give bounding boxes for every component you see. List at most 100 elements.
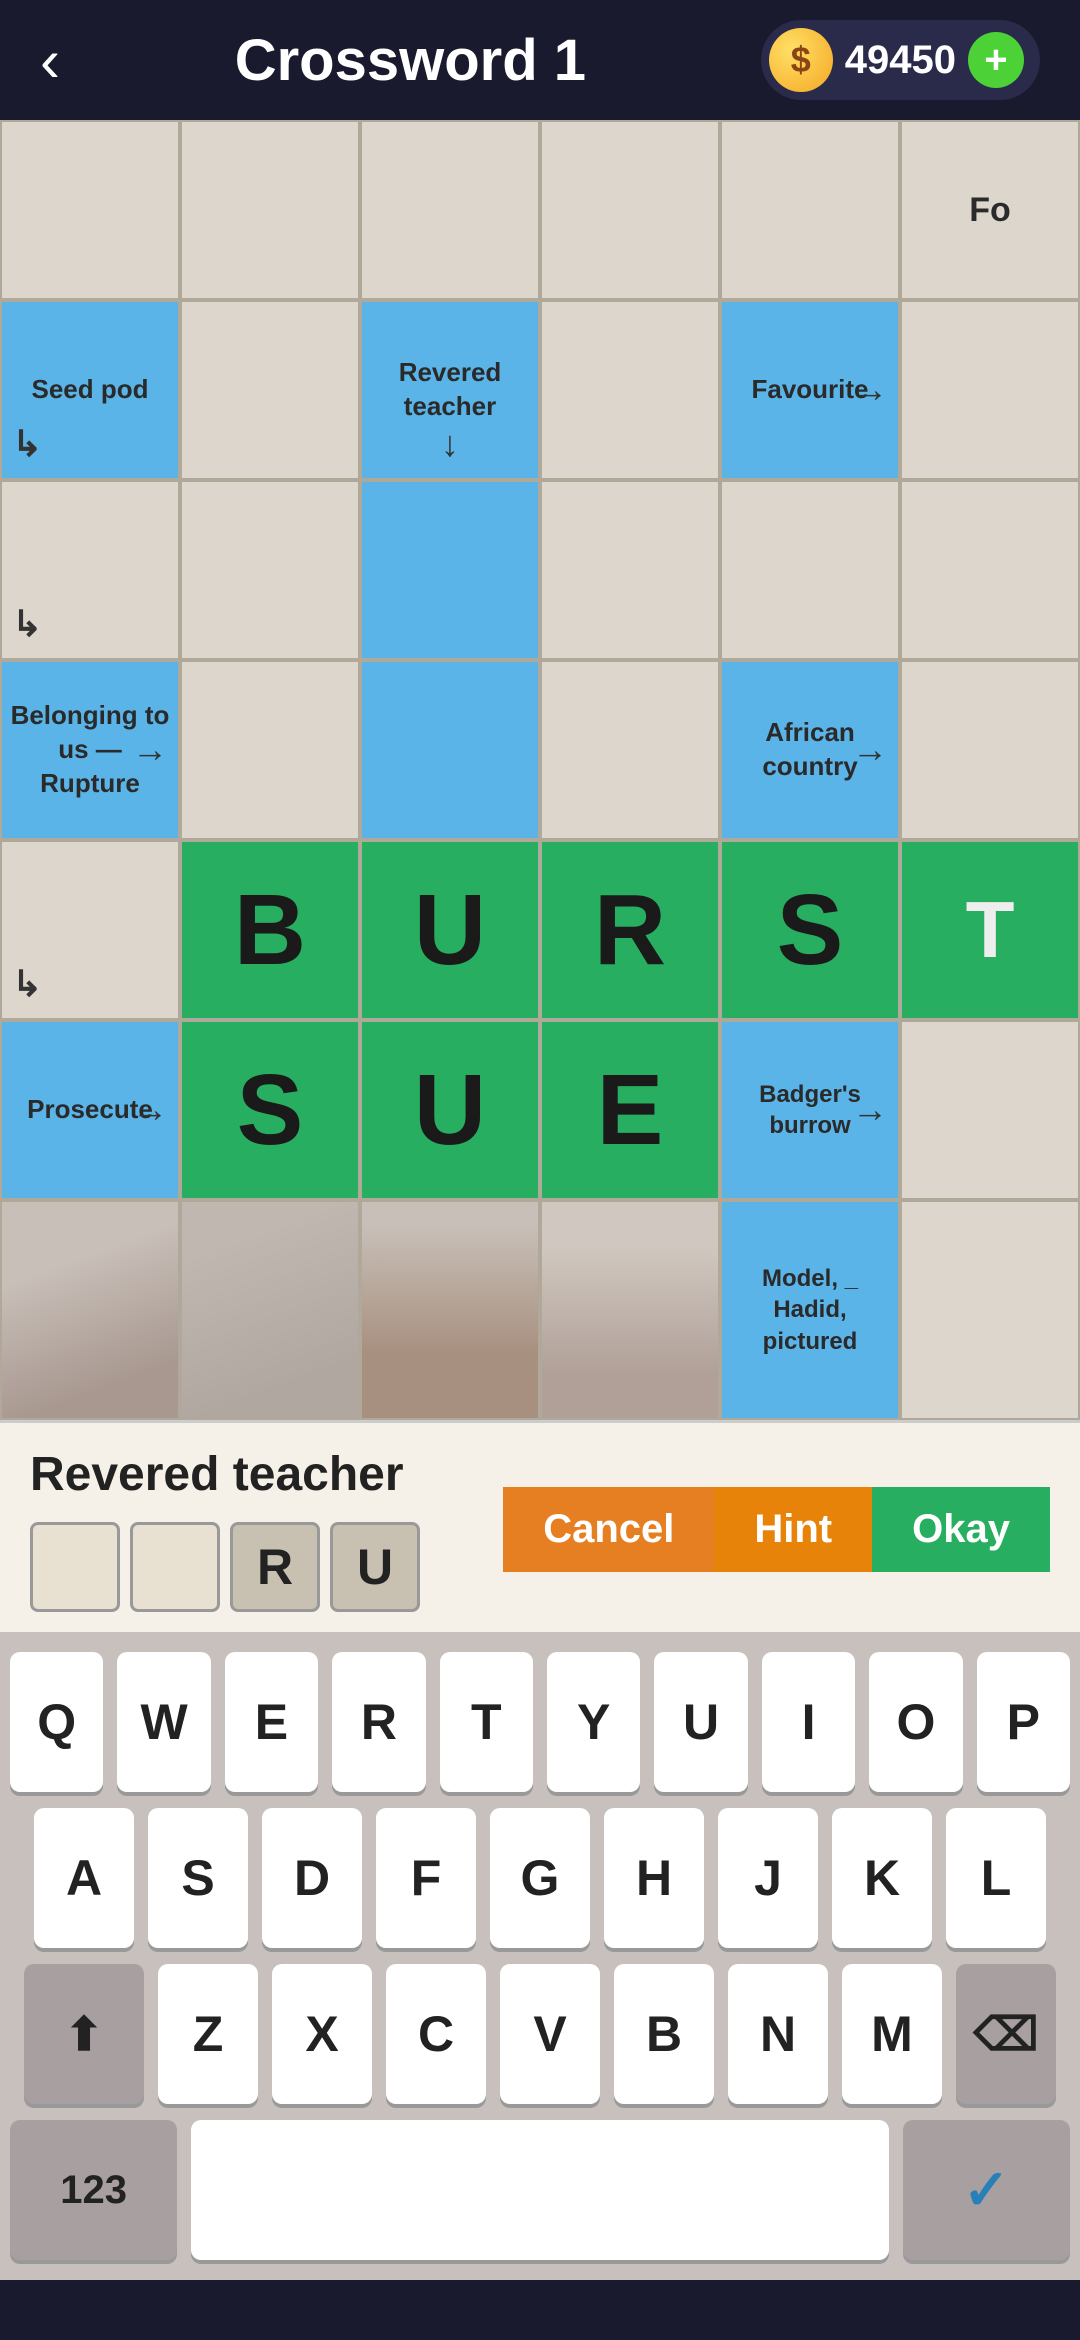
cell-0-1[interactable] — [180, 120, 360, 300]
cell-0-0[interactable] — [0, 120, 180, 300]
key-K[interactable]: K — [832, 1808, 932, 1948]
cancel-button[interactable]: Cancel — [503, 1487, 714, 1572]
clue-action-buttons: Cancel Hint Okay — [503, 1487, 1050, 1572]
cell-1-1[interactable] — [180, 300, 360, 480]
key-Y[interactable]: Y — [547, 1652, 640, 1792]
cell-3-5[interactable] — [900, 660, 1080, 840]
answer-box-1[interactable] — [30, 1522, 120, 1612]
answer-input-boxes: R U — [30, 1522, 420, 1612]
cell-3-4[interactable]: African country → — [720, 660, 900, 840]
arrow-corner3-icon: ↳ — [12, 961, 42, 1008]
key-L[interactable]: L — [946, 1808, 1046, 1948]
cell-4-3-R[interactable]: R — [540, 840, 720, 1020]
cell-6-1[interactable] — [180, 1200, 360, 1420]
key-M[interactable]: M — [842, 1964, 942, 2104]
cell-1-4[interactable]: Favourite → — [720, 300, 900, 480]
okay-button[interactable]: Okay — [872, 1487, 1050, 1572]
coin-icon: $ — [769, 28, 833, 92]
done-key[interactable]: ✓ — [903, 2120, 1070, 2260]
answer-box-2[interactable] — [130, 1522, 220, 1612]
key-Z[interactable]: Z — [158, 1964, 258, 2104]
keyboard-row-1: Q W E R T Y U I O P — [10, 1652, 1070, 1792]
key-D[interactable]: D — [262, 1808, 362, 1948]
cell-6-3[interactable] — [540, 1200, 720, 1420]
cell-2-4[interactable] — [720, 480, 900, 660]
crossword-grid: Fo Seed pod ↳ Revered teacher ↓ Favourit… — [0, 120, 1080, 1420]
key-N[interactable]: N — [728, 1964, 828, 2104]
cell-3-0[interactable]: Belonging to us — Rupture → — [0, 660, 180, 840]
clue-revered-teacher: Revered teacher — [370, 356, 530, 424]
cell-0-2[interactable] — [360, 120, 540, 300]
arrow-right3-icon: → — [852, 727, 888, 774]
cell-5-4[interactable]: Badger's burrow → — [720, 1020, 900, 1200]
cell-4-0[interactable]: ↳ — [0, 840, 180, 1020]
cell-6-4[interactable]: Model, _ Hadid, pictured — [720, 1200, 900, 1420]
cell-5-2-U[interactable]: U — [360, 1020, 540, 1200]
key-U[interactable]: U — [654, 1652, 747, 1792]
space-key[interactable] — [191, 2120, 888, 2260]
cell-3-1[interactable] — [180, 660, 360, 840]
cell-2-2[interactable] — [360, 480, 540, 660]
keyboard-row-2: A S D F G H J K L — [10, 1808, 1070, 1948]
active-clue-text: Revered teacher — [30, 1447, 420, 1502]
shift-key[interactable]: ⬆ — [24, 1964, 144, 2104]
cell-0-5[interactable]: Fo — [900, 120, 1080, 300]
cell-6-5[interactable] — [900, 1200, 1080, 1420]
key-H[interactable]: H — [604, 1808, 704, 1948]
cell-0-4[interactable] — [720, 120, 900, 300]
hint-button[interactable]: Hint — [714, 1487, 872, 1572]
cell-5-5[interactable] — [900, 1020, 1080, 1200]
answer-box-3[interactable]: R — [230, 1522, 320, 1612]
cell-3-2[interactable] — [360, 660, 540, 840]
key-A[interactable]: A — [34, 1808, 134, 1948]
cell-5-0[interactable]: Prosecute → — [0, 1020, 180, 1200]
key-E[interactable]: E — [225, 1652, 318, 1792]
cell-5-3-E[interactable]: E — [540, 1020, 720, 1200]
key-P[interactable]: P — [977, 1652, 1070, 1792]
cell-1-2[interactable]: Revered teacher ↓ — [360, 300, 540, 480]
grid-row-6: Model, _ Hadid, pictured — [0, 1200, 1080, 1420]
cell-3-3[interactable] — [540, 660, 720, 840]
back-button[interactable]: ‹ — [40, 26, 60, 95]
arrow-right-icon: → — [852, 367, 888, 414]
cell-4-4-S[interactable]: S — [720, 840, 900, 1020]
cell-1-5[interactable] — [900, 300, 1080, 480]
key-S[interactable]: S — [148, 1808, 248, 1948]
numeric-key[interactable]: 123 — [10, 2120, 177, 2260]
key-V[interactable]: V — [500, 1964, 600, 2104]
arrow-right5-icon: → — [852, 1087, 888, 1134]
coin-count: 49450 — [845, 38, 956, 83]
key-G[interactable]: G — [490, 1808, 590, 1948]
cell-6-0[interactable] — [0, 1200, 180, 1420]
cell-6-2[interactable] — [360, 1200, 540, 1420]
key-F[interactable]: F — [376, 1808, 476, 1948]
key-C[interactable]: C — [386, 1964, 486, 2104]
key-I[interactable]: I — [762, 1652, 855, 1792]
add-coins-button[interactable]: + — [968, 32, 1024, 88]
cell-2-0[interactable]: ↳ — [0, 480, 180, 660]
key-J[interactable]: J — [718, 1808, 818, 1948]
arrow-right2-icon: → — [132, 727, 168, 774]
cell-2-5[interactable] — [900, 480, 1080, 660]
cell-2-1[interactable] — [180, 480, 360, 660]
cell-2-3[interactable] — [540, 480, 720, 660]
cell-4-5-T[interactable]: T — [900, 840, 1080, 1020]
key-B[interactable]: B — [614, 1964, 714, 2104]
key-W[interactable]: W — [117, 1652, 210, 1792]
key-Q[interactable]: Q — [10, 1652, 103, 1792]
page-title: Crossword 1 — [235, 27, 586, 94]
cell-5-1-S[interactable]: S — [180, 1020, 360, 1200]
backspace-key[interactable]: ⌫ — [956, 1964, 1056, 2104]
key-O[interactable]: O — [869, 1652, 962, 1792]
arrow-right4-icon: → — [132, 1087, 168, 1134]
key-T[interactable]: T — [440, 1652, 533, 1792]
cell-4-2-U[interactable]: U — [360, 840, 540, 1020]
cell-1-0[interactable]: Seed pod ↳ — [0, 300, 180, 480]
key-X[interactable]: X — [272, 1964, 372, 2104]
cell-1-3[interactable] — [540, 300, 720, 480]
answer-box-4[interactable]: U — [330, 1522, 420, 1612]
cell-0-3[interactable] — [540, 120, 720, 300]
grid-row-4: ↳ B U R S T — [0, 840, 1080, 1020]
key-R[interactable]: R — [332, 1652, 425, 1792]
cell-4-1-B[interactable]: B — [180, 840, 360, 1020]
